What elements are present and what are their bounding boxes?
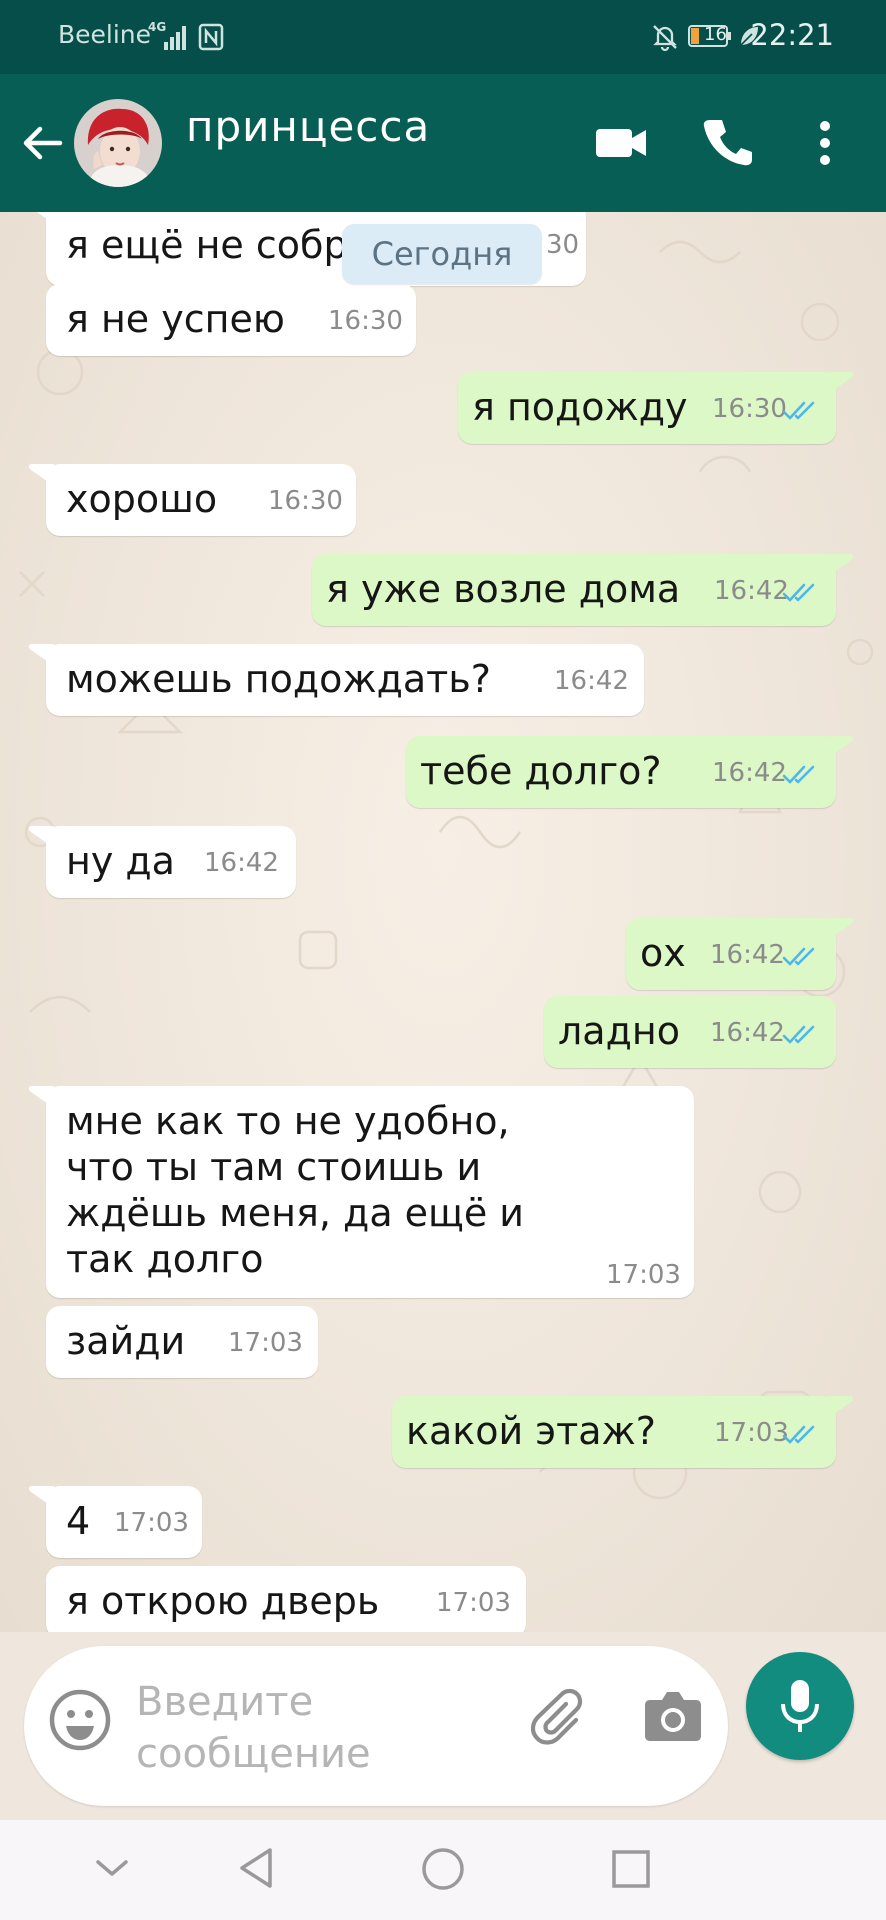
message-composer[interactable]: Введите сообщение xyxy=(24,1646,728,1806)
message-text: мне как то не удобно, что ты там стоишь и… xyxy=(66,1098,524,1282)
bubble-tail xyxy=(28,1086,54,1108)
message-time: 16:42 xyxy=(710,940,785,970)
message-time: 16:30 xyxy=(328,306,403,336)
outgoing-message[interactable]: тебе долго? 16:42 xyxy=(406,736,854,808)
emoji-icon[interactable] xyxy=(48,1688,112,1752)
incoming-message[interactable]: я не успею 16:30 xyxy=(46,284,416,356)
message-text: 4 xyxy=(66,1499,91,1543)
message-time: 16:42 xyxy=(554,666,629,696)
message-text: ох xyxy=(640,931,686,975)
outgoing-message[interactable]: я уже возле дома 16:42 xyxy=(312,554,854,626)
nfc-icon xyxy=(198,23,224,51)
read-ticks-icon xyxy=(782,1025,815,1044)
message-line: мне как то не удобно, xyxy=(66,1099,510,1143)
signal-strength-icon xyxy=(164,26,186,50)
message-time: 17:03 xyxy=(114,1508,189,1538)
read-ticks-icon xyxy=(782,401,815,420)
mute-bell-icon xyxy=(653,25,677,52)
recents-square-icon[interactable] xyxy=(610,1848,652,1890)
read-ticks-icon xyxy=(782,583,815,602)
outgoing-message[interactable]: я подожду 16:30 xyxy=(458,372,854,444)
message-time: 17:03 xyxy=(228,1328,303,1358)
system-nav-bar xyxy=(0,1820,886,1920)
battery-level: 16 xyxy=(704,24,727,45)
message-text: ну да xyxy=(66,839,175,883)
outgoing-message[interactable]: ладно 16:42 xyxy=(544,996,836,1068)
bubble-tail xyxy=(828,372,854,394)
back-arrow-icon[interactable] xyxy=(20,118,64,168)
avatar-image xyxy=(74,99,162,187)
back-triangle-icon[interactable] xyxy=(234,1844,278,1892)
message-text: я уже возле дома xyxy=(326,567,681,611)
message-text: я открою дверь xyxy=(66,1579,380,1623)
message-time: 16:42 xyxy=(712,758,787,788)
message-input[interactable]: Введите сообщение xyxy=(136,1676,436,1780)
home-circle-icon[interactable] xyxy=(420,1846,466,1892)
date-chip: Сегодня xyxy=(342,224,542,284)
message-time: 17:03 xyxy=(714,1418,789,1448)
microphone-icon xyxy=(781,1680,819,1732)
message-line: ждёшь меня, да ещё и xyxy=(66,1191,525,1235)
read-ticks-icon xyxy=(782,1425,815,1444)
message-line: так долго xyxy=(66,1237,264,1281)
bubble-tail xyxy=(36,212,54,224)
bubble-tail xyxy=(28,644,54,666)
message-text: можешь подождать? xyxy=(66,657,491,701)
message-time: 16:42 xyxy=(710,1018,785,1048)
status-bar: Beeline 4G 16 22:21 xyxy=(0,0,886,74)
message-time: 16:42 xyxy=(204,848,279,878)
more-vert-icon[interactable] xyxy=(812,118,838,168)
bubble-tail xyxy=(828,554,854,576)
chat-area[interactable]: я ещё не собр 30 я не успею 16:30 я подожду 1… xyxy=(0,212,886,1632)
message-time: 16:30 xyxy=(268,486,343,516)
message-text: тебе долго? xyxy=(420,749,662,793)
bubble-tail xyxy=(828,918,854,940)
video-call-icon[interactable] xyxy=(592,118,650,168)
status-time: 22:21 xyxy=(750,18,834,52)
read-ticks-icon xyxy=(782,765,815,784)
contact-name[interactable]: принцесса xyxy=(186,102,430,151)
incoming-message[interactable]: можешь подождать? 16:42 xyxy=(28,644,644,716)
chat-header: принцесса xyxy=(0,74,886,212)
message-time: 17:03 xyxy=(436,1588,511,1618)
incoming-message[interactable]: зайди 17:03 xyxy=(46,1306,318,1378)
message-line: что ты там стоишь и xyxy=(66,1145,482,1189)
bubble-tail xyxy=(828,1396,854,1418)
incoming-message[interactable]: 4 17:03 xyxy=(28,1486,202,1558)
bubble-tail xyxy=(28,1486,54,1508)
message-text: зайди xyxy=(66,1319,186,1363)
incoming-message[interactable]: хорошо 16:30 xyxy=(28,464,356,536)
avatar[interactable] xyxy=(74,99,162,187)
message-time: 16:30 xyxy=(712,394,787,424)
incoming-message[interactable]: мне как то не удобно, что ты там стоишь и… xyxy=(28,1086,694,1298)
message-time: 30 xyxy=(546,230,580,260)
placeholder-line-2: сообщение xyxy=(136,1731,371,1777)
attach-clip-icon[interactable] xyxy=(528,1686,594,1752)
collapse-chevron-icon[interactable] xyxy=(92,1850,132,1886)
carrier-name: Beeline xyxy=(58,20,152,49)
message-time: 17:03 xyxy=(606,1260,681,1290)
voice-call-icon[interactable] xyxy=(700,114,754,170)
incoming-message[interactable]: я открою дверь 17:03 xyxy=(46,1566,526,1632)
bubble-tail xyxy=(28,464,54,486)
outgoing-message[interactable]: какой этаж? 17:03 xyxy=(392,1396,854,1468)
message-time: 16:42 xyxy=(714,576,789,606)
bubble-tail xyxy=(828,736,854,758)
read-ticks-icon xyxy=(782,947,815,966)
message-text: какой этаж? xyxy=(406,1409,656,1453)
bubble-tail xyxy=(28,826,54,848)
outgoing-message[interactable]: ох 16:42 xyxy=(626,918,854,990)
message-text: хорошо xyxy=(66,477,218,521)
message-text: ладно xyxy=(558,1009,680,1053)
placeholder-line-1: Введите xyxy=(136,1679,314,1725)
message-text: я не успею xyxy=(66,297,285,341)
voice-record-button[interactable] xyxy=(746,1652,854,1760)
message-text: я подожду xyxy=(472,385,688,429)
message-text: я ещё не собр xyxy=(66,223,348,267)
incoming-message[interactable]: ну да 16:42 xyxy=(28,826,296,898)
camera-icon[interactable] xyxy=(642,1686,704,1748)
